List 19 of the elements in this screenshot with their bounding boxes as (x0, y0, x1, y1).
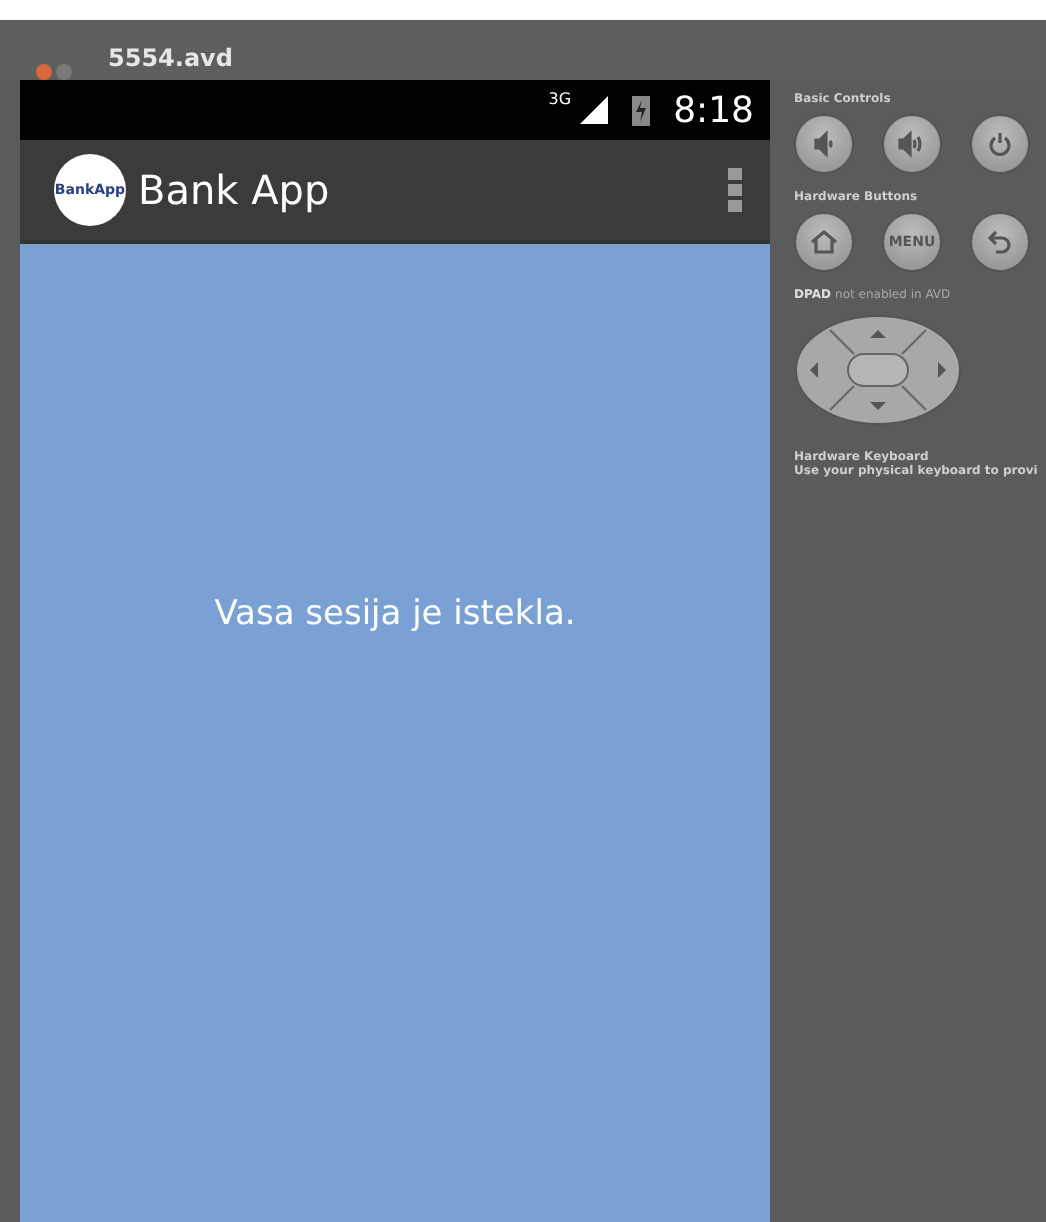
power-icon (986, 130, 1014, 158)
volume-up-button[interactable] (882, 114, 942, 174)
dpad-icon[interactable] (794, 314, 962, 426)
volume-down-button[interactable] (794, 114, 854, 174)
power-button[interactable] (970, 114, 1030, 174)
network-type: 3G (548, 89, 572, 107)
home-button[interactable] (794, 212, 854, 272)
app-title: Bank App (138, 166, 332, 214)
volume-down-icon (810, 130, 838, 158)
battery-icon (631, 94, 650, 126)
back-button[interactable] (970, 212, 1030, 272)
home-icon (810, 228, 838, 256)
overflow-menu-icon[interactable] (728, 168, 742, 212)
back-icon (986, 228, 1014, 256)
clock: 8:18 (673, 89, 754, 131)
session-expired-message: Vasa sesija je istekla. (214, 594, 576, 638)
window-title: 5554.avd (108, 46, 233, 70)
signal-icon (579, 96, 608, 124)
volume-up-icon (898, 130, 926, 158)
